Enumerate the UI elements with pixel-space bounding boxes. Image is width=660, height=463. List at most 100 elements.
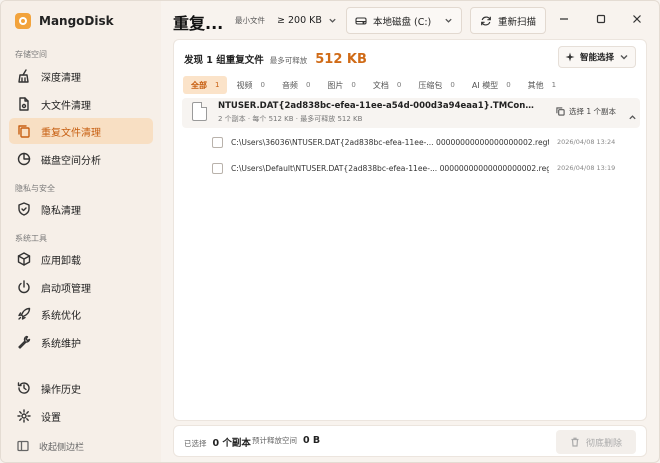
- tab-label: 视频: [236, 80, 253, 90]
- sidebar-item-startup[interactable]: 启动项管理: [9, 274, 153, 300]
- sidebar-item-maintenance[interactable]: 系统维护: [9, 329, 153, 355]
- sidebar-item-uninstall[interactable]: 应用卸载: [9, 246, 153, 272]
- maximize-icon: [596, 14, 606, 24]
- minimize-button[interactable]: [552, 9, 576, 29]
- sidebar-item-optimize[interactable]: 系统优化: [9, 301, 153, 327]
- tab-label: 全部: [191, 80, 207, 90]
- main-area: 重复... 最小文件 ≥ 200 KB 本地磁盘 (C:) 重新扫描 发现 1 …: [161, 1, 659, 462]
- collapse-label: 收起侧边栏: [39, 443, 85, 453]
- brand: MangoDisk: [15, 11, 114, 31]
- tab-video[interactable]: 视频 0: [228, 76, 272, 94]
- select-one-copy-button[interactable]: 选择 1 个副本: [556, 106, 616, 117]
- tab-label: 压缩包: [418, 80, 443, 90]
- tab-count: 0: [351, 81, 356, 89]
- tab-ai-model[interactable]: AI 模型 0: [464, 76, 519, 94]
- action-footer: 已选择 0 个副本 预计释放空间 0 B 彻底删除: [173, 425, 647, 457]
- history-icon: [17, 381, 31, 395]
- sidebar-item-label: 系统维护: [41, 338, 81, 350]
- pie-chart-icon: [17, 152, 31, 166]
- shield-icon: [17, 202, 31, 216]
- rescan-label: 重新扫描: [497, 16, 536, 28]
- drive-icon: [355, 16, 367, 25]
- tab-document[interactable]: 文档 0: [365, 76, 409, 94]
- sidebar: MangoDisk 存储空间 深度清理 大文件清理 重复文件清理 磁盘空间分析 …: [1, 1, 161, 462]
- selected-value: 0 个副本: [212, 438, 251, 449]
- tab-count: 1: [215, 81, 220, 89]
- category-tabs: 全部 1 视频 0 音频 0 图片 0 文档 0 压缩包 0 AI 模型 0 其他 1: [183, 76, 565, 94]
- group-meta: 2 个副本 · 每个 512 KB · 最多可释放 512 KB: [218, 115, 363, 123]
- mango-logo-icon: [15, 13, 31, 29]
- tab-other[interactable]: 其他 1: [520, 76, 564, 94]
- sidebar-item-duplicate-files[interactable]: 重复文件清理: [9, 118, 153, 144]
- file-path: C:\Users\Default\NTUSER.DAT{2ad838bc-efe…: [231, 163, 549, 173]
- sidebar-item-privacy-clean[interactable]: 隐私清理: [9, 196, 153, 222]
- tab-image[interactable]: 图片 0: [319, 76, 363, 94]
- max-free-label: 最多可释放: [269, 56, 308, 65]
- collapse-sidebar-button[interactable]: 收起侧边栏: [17, 437, 84, 456]
- file-timestamp: 2026/04/08 13:19: [557, 164, 616, 172]
- min-size-value: ≥ 200 KB: [277, 14, 322, 26]
- tab-label: 其他: [527, 80, 544, 90]
- file-checkbox[interactable]: [212, 162, 223, 174]
- min-size-dropdown[interactable]: 最小文件 ≥ 200 KB: [229, 7, 343, 33]
- section-title-storage: 存储空间: [15, 50, 47, 59]
- chevron-up-icon: [629, 115, 636, 120]
- tab-count: 0: [506, 81, 511, 89]
- sidebar-item-label: 磁盘空间分析: [41, 155, 101, 167]
- duplicate-file-row: C:\Users\Default\NTUSER.DAT{2ad838bc-efe…: [212, 156, 640, 180]
- sidebar-item-label: 隐私清理: [41, 205, 81, 217]
- sidebar-item-label: 深度清理: [41, 72, 81, 84]
- found-text: 发现 1 组重复文件: [184, 55, 264, 66]
- rocket-icon: [17, 307, 31, 321]
- tab-label: 图片: [327, 80, 344, 90]
- chevron-down-icon: [620, 55, 628, 60]
- file-path: C:\Users\36036\NTUSER.DAT{2ad838bc-efea-…: [231, 137, 549, 147]
- file-timestamp: 2026/04/08 13:24: [557, 138, 616, 146]
- estimated-free-summary: 预计释放空间 0 B: [252, 435, 320, 446]
- max-free-value: 512 KB: [315, 52, 367, 67]
- select-one-label: 选择 1 个副本: [569, 107, 617, 116]
- tab-label: AI 模型: [471, 80, 499, 90]
- gear-icon: [17, 409, 31, 423]
- sidebar-item-large-files[interactable]: 大文件清理: [9, 91, 153, 117]
- tab-archive[interactable]: 压缩包 0: [410, 76, 462, 94]
- maximize-button[interactable]: [589, 9, 613, 29]
- sidebar-item-deep-clean[interactable]: 深度清理: [9, 63, 153, 89]
- sidebar-item-label: 设置: [41, 412, 61, 424]
- collapse-group-button[interactable]: [628, 107, 637, 126]
- copy-icon: [556, 107, 565, 116]
- smart-select-button[interactable]: 智能选择: [558, 46, 636, 68]
- tab-count: 0: [450, 81, 455, 89]
- tab-all[interactable]: 全部 1: [183, 76, 228, 94]
- smart-select-label: 智能选择: [579, 53, 614, 63]
- sidebar-item-settings[interactable]: 设置: [9, 403, 153, 429]
- refresh-icon: [481, 15, 491, 26]
- disk-select-dropdown[interactable]: 本地磁盘 (C:): [346, 7, 462, 34]
- found-summary: 发现 1 组重复文件 最多可释放 512 KB: [184, 52, 367, 67]
- copy-icon: [17, 124, 31, 138]
- results-panel: 发现 1 组重复文件 最多可释放 512 KB 智能选择 全部 1 视频 0 音频 0…: [173, 39, 647, 421]
- tab-count: 0: [305, 81, 311, 89]
- est-free-value: 0 B: [303, 435, 321, 446]
- chevron-down-icon: [329, 18, 336, 23]
- section-title-privacy: 隐私与安全: [15, 184, 55, 193]
- chevron-down-icon: [445, 18, 452, 23]
- delete-permanently-button[interactable]: 彻底删除: [556, 430, 636, 454]
- sparkle-icon: [565, 52, 575, 62]
- package-icon: [17, 252, 31, 266]
- sidebar-item-history[interactable]: 操作历史: [9, 375, 153, 401]
- app-name: MangoDisk: [39, 14, 114, 28]
- rescan-button[interactable]: 重新扫描: [470, 7, 546, 34]
- sidebar-item-disk-analysis[interactable]: 磁盘空间分析: [9, 146, 153, 172]
- close-button[interactable]: [625, 9, 649, 29]
- close-icon: [633, 15, 641, 23]
- duplicate-group-header[interactable]: NTUSER.DAT{2ad838bc-efea-11ee-a54d-000d3…: [182, 98, 640, 128]
- est-free-label: 预计释放空间: [252, 436, 297, 445]
- file-icon: [17, 97, 31, 111]
- file-checkbox[interactable]: [212, 136, 223, 148]
- tab-audio[interactable]: 音频 0: [274, 76, 318, 94]
- tab-count: 1: [551, 81, 557, 89]
- broom-icon: [17, 69, 31, 83]
- disk-label: 本地磁盘 (C:): [373, 16, 432, 28]
- group-file-name: NTUSER.DAT{2ad838bc-efea-11ee-a54d-000d3…: [218, 101, 536, 111]
